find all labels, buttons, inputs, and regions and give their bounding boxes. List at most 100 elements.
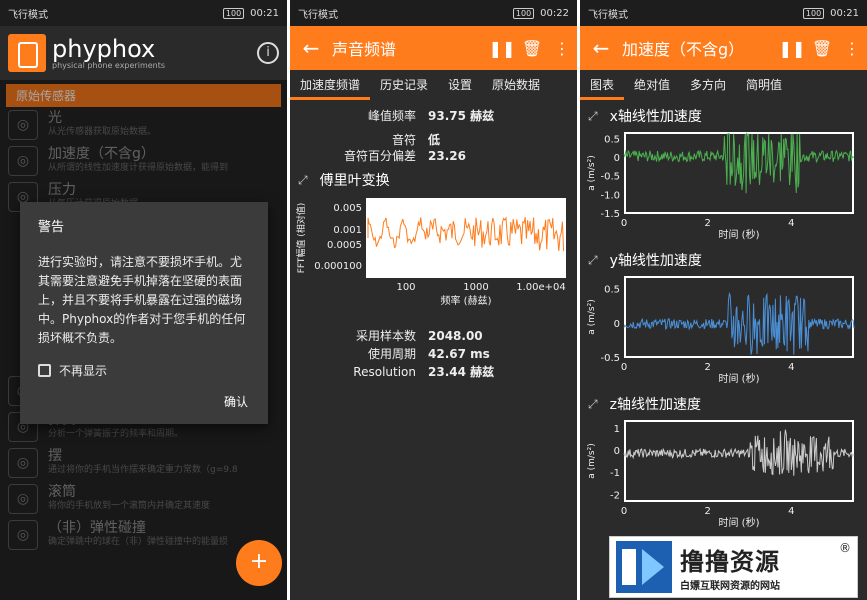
fft-y-tick: 0.0005 <box>327 240 362 251</box>
x-tick: 4 <box>788 218 794 229</box>
status-left: 飞行模式 <box>588 9 628 21</box>
registered-mark: ® <box>839 541 851 555</box>
deviation-label: 音符百分偏差 <box>343 149 416 163</box>
x-section-header: ⤢ x轴线性加速度 <box>588 106 867 126</box>
expand-icon[interactable]: ⤢ <box>588 253 598 268</box>
x-label: 时间 (秒) <box>719 372 760 384</box>
status-time: 00:22 <box>540 7 569 19</box>
add-experiment-button[interactable]: + <box>236 540 282 586</box>
status-time: 00:21 <box>250 7 279 19</box>
fft-x-label: 频率 (赫兹) <box>441 294 492 307</box>
note-value: 低 <box>428 133 441 147</box>
x-tick: 0 <box>621 218 627 229</box>
y-tick: 0 <box>614 446 620 457</box>
samples-value: 2048.00 <box>428 329 483 343</box>
tab-simple[interactable]: 简明值 <box>736 70 792 100</box>
x-acceleration-chart: 0.50-0.5-1.0-1.50 2 4时间 (秒)a (m/s²) <box>587 132 855 241</box>
status-bar: 飞行模式 100 00:22 <box>290 0 577 26</box>
resolution-row: Resolution 23.44 赫兹 <box>290 364 577 380</box>
expand-icon[interactable]: ⤢ <box>298 173 308 188</box>
pause-icon[interactable]: ❚❚ <box>487 39 517 58</box>
experiment-title: 声音频谱 <box>332 40 397 59</box>
period-row: 使用周期 42.67 ms <box>290 346 577 362</box>
phyphox-home-screen: 飞行模式 100 00:21 phyphox physical phone exp… <box>0 0 287 600</box>
status-left: 飞行模式 <box>298 9 338 21</box>
y-label: a (m/s²) <box>587 299 597 335</box>
y-label: a (m/s²) <box>587 443 597 479</box>
y-tick: -0.5 <box>600 353 620 364</box>
checkbox-label: 不再显示 <box>59 364 108 378</box>
fft-title: 傅里叶变换 <box>319 173 390 189</box>
y-tick: -0.5 <box>600 172 620 183</box>
y-tick: -1.5 <box>600 209 620 220</box>
expand-icon[interactable]: ⤢ <box>588 397 598 412</box>
dialog-body: 进行实验时，请注意不要损坏手机。尤其需要注意避免手机掉落在坚硬的表面上，并且不要… <box>38 255 246 345</box>
z-section-header: ⤢ z轴线性加速度 <box>588 394 867 414</box>
dont-show-again-checkbox[interactable]: 不再显示 <box>38 362 250 379</box>
watermark-title: 撸撸资源 <box>680 548 780 576</box>
samples-label: 采用样本数 <box>355 329 416 343</box>
samples-row: 采用样本数 2048.00 <box>290 328 577 344</box>
y-label: a (m/s²) <box>587 155 597 191</box>
tab-history[interactable]: 历史记录 <box>370 70 438 100</box>
fft-section-header: ⤢ 傅里叶变换 <box>298 170 577 190</box>
y-tick: 0.5 <box>604 134 620 145</box>
y-tick: 1 <box>614 424 620 435</box>
tab-bar: 图表 绝对值 多方向 简明值 <box>580 70 867 100</box>
delete-icon[interactable]: 🗑 <box>807 39 837 58</box>
y-tick: -2 <box>610 490 620 501</box>
tab-multi[interactable]: 多方向 <box>680 70 736 100</box>
deviation-row: 音符百分偏差 23.26 <box>290 148 577 164</box>
y-chart-title: y轴线性加速度 <box>609 253 702 269</box>
toolbar: ← 声音频谱 ❚❚ 🗑 ⋮ <box>290 26 577 70</box>
more-menu-icon[interactable]: ⋮ <box>547 39 577 58</box>
y-tick: 0 <box>614 319 620 330</box>
pause-icon[interactable]: ❚❚ <box>777 39 807 58</box>
expand-icon[interactable]: ⤢ <box>588 109 598 124</box>
tab-bar: 加速度频谱 历史记录 设置 原始数据 <box>290 70 577 100</box>
x-tick: 0 <box>621 506 627 517</box>
info-icon[interactable]: i <box>257 42 279 64</box>
battery-icon: 100 <box>222 7 245 19</box>
z-acceleration-chart: 10-1-20 2 4时间 (秒)a (m/s²) <box>587 420 855 529</box>
phyphox-logo-icon <box>8 34 46 72</box>
period-label: 使用周期 <box>367 347 416 361</box>
app-header: phyphox physical phone experiments i <box>0 26 287 80</box>
status-bar: 飞行模式 100 00:21 <box>580 0 867 26</box>
watermark-badge: 撸撸资源 白嫖互联网资源的网站 ® <box>609 536 858 598</box>
tab-graph[interactable]: 图表 <box>580 70 625 100</box>
tab-absolute[interactable]: 绝对值 <box>624 70 680 100</box>
fft-plot-area <box>366 198 566 278</box>
watermark-subtitle: 白嫖互联网资源的网站 <box>680 581 780 592</box>
dialog-title: 警告 <box>38 220 65 235</box>
y-tick: 0 <box>614 153 620 164</box>
toolbar: ← 加速度（不含g） ❚❚ 🗑 ⋮ <box>580 26 867 70</box>
tab-raw-data[interactable]: 原始数据 <box>482 70 550 100</box>
battery-icon: 100 <box>802 7 825 19</box>
back-arrow-icon[interactable]: ← <box>290 36 332 60</box>
note-row: 音符低 <box>290 132 577 148</box>
confirm-button[interactable]: 确认 <box>224 393 248 410</box>
more-menu-icon[interactable]: ⋮ <box>837 39 867 58</box>
checkbox-icon[interactable] <box>38 364 51 377</box>
tab-spectrum[interactable]: 加速度频谱 <box>290 70 371 100</box>
x-tick: 2 <box>704 362 710 373</box>
tab-settings[interactable]: 设置 <box>438 70 482 100</box>
x-chart-title: x轴线性加速度 <box>609 109 702 125</box>
x-label: 时间 (秒) <box>719 228 760 240</box>
fft-y-tick: 0.005 <box>333 203 362 214</box>
fft-x-tick: 1.00e+04 <box>516 282 566 293</box>
peak-value: 93.75 赫兹 <box>428 109 495 123</box>
brand-subtitle: physical phone experiments <box>52 60 166 70</box>
brand-name: phyphox <box>52 34 156 63</box>
fft-x-tick: 1000 <box>463 282 488 293</box>
x-tick: 4 <box>788 362 794 373</box>
fft-y-tick: 0.001 <box>333 225 362 236</box>
peak-frequency-row: 峰值频率 93.75 赫兹 <box>290 108 577 124</box>
fft-y-label: FFT幅值 (相对值) <box>295 203 307 274</box>
back-arrow-icon[interactable]: ← <box>580 36 622 60</box>
z-chart-title: z轴线性加速度 <box>609 397 701 413</box>
delete-icon[interactable]: 🗑 <box>517 39 547 58</box>
y-tick: 0.5 <box>604 285 620 296</box>
y-tick: -1 <box>610 468 620 479</box>
